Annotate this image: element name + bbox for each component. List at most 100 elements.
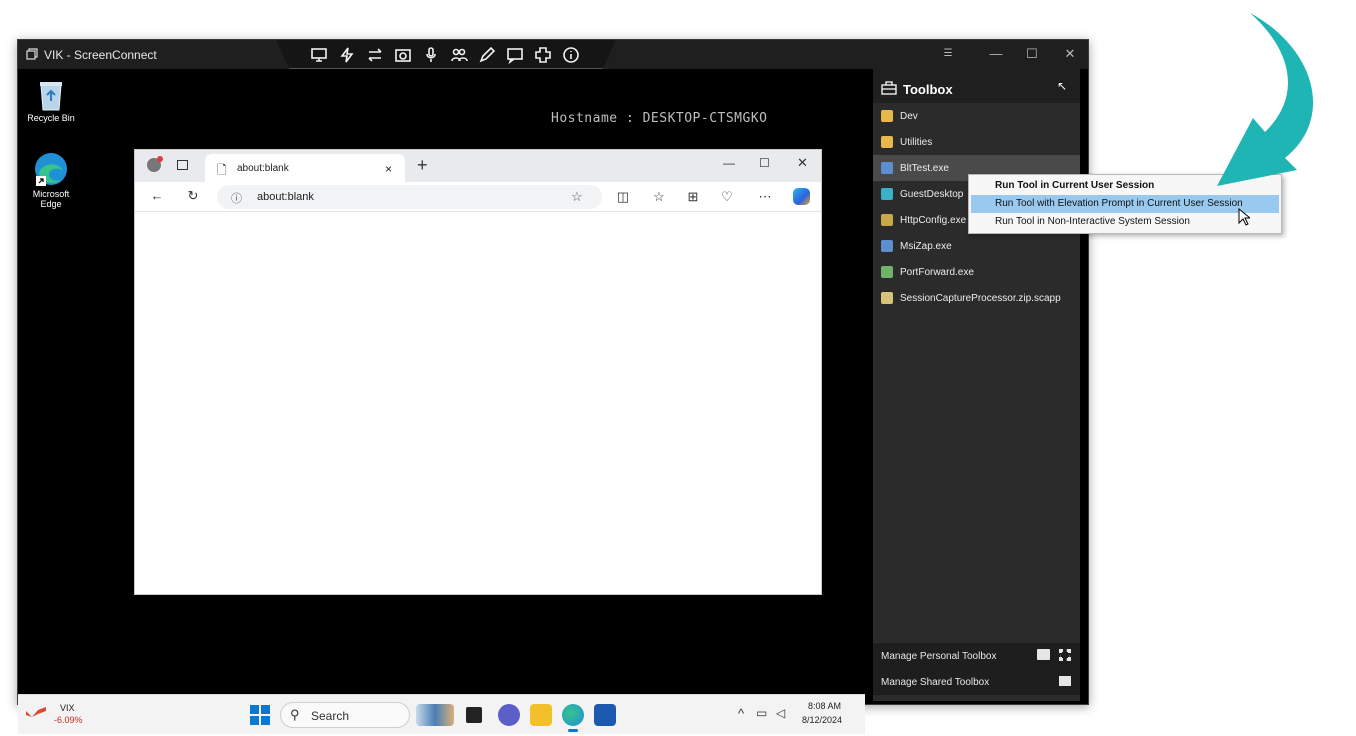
- title-bar: VIK - ScreenConnect ☰ — ☐ ✕: [18, 40, 1088, 69]
- menu-icon[interactable]: ☰: [940, 46, 956, 62]
- copilot-icon[interactable]: [793, 188, 810, 205]
- favorite-star-icon[interactable]: ☆: [571, 189, 583, 205]
- store-icon[interactable]: [594, 704, 616, 726]
- app-icon: [881, 162, 893, 174]
- puzzle-icon[interactable]: [534, 46, 552, 64]
- start-icon[interactable]: [250, 705, 270, 725]
- monitor-icon[interactable]: [310, 46, 328, 64]
- remote-desktop[interactable]: Recycle Bin Microsoft Edge Hostname : DE…: [18, 69, 865, 734]
- refresh-icon[interactable]: ↻: [185, 188, 201, 204]
- widgets-icon[interactable]: [416, 704, 454, 726]
- toolbox-item-label: Dev: [900, 111, 918, 122]
- window-restore-icon: [26, 48, 38, 60]
- new-tab-button[interactable]: +: [417, 155, 428, 176]
- active-app-indicator: [568, 729, 578, 732]
- toolbox-item-portforward[interactable]: PortForward.exe: [873, 259, 1080, 285]
- edge-icon: [35, 153, 67, 186]
- chat-icon[interactable]: [506, 46, 524, 65]
- package-icon: [881, 292, 893, 304]
- session-toolbar: [276, 40, 616, 69]
- collections-icon[interactable]: ⊞: [685, 189, 701, 205]
- edge-shortcut[interactable]: Microsoft Edge: [19, 151, 83, 209]
- minimize-button[interactable]: —: [988, 46, 1004, 62]
- site-info-icon[interactable]: ⓘ: [231, 190, 242, 206]
- more-options-icon[interactable]: ⋯: [757, 189, 773, 205]
- app-icon: [881, 266, 893, 278]
- microphone-icon[interactable]: [422, 46, 440, 64]
- clock-time[interactable]: 8:08 AM: [808, 701, 841, 711]
- search-placeholder: Search: [311, 709, 350, 723]
- maximize-button[interactable]: ☐: [1024, 46, 1040, 62]
- open-folder-icon[interactable]: [1037, 649, 1050, 660]
- url-input[interactable]: ⓘ about:blank ☆: [217, 185, 602, 209]
- back-icon[interactable]: ←: [149, 188, 165, 204]
- edge-browser-window: 🗋 about:blank × + — ☐ ✕ ← ↻ ⓘ about:blan…: [134, 149, 822, 595]
- notification-dot: [157, 156, 163, 162]
- manage-personal-toolbox[interactable]: Manage Personal Toolbox: [873, 643, 1080, 669]
- taskbar: VIX -6.09% ⚲ Search ^ ▭ ◁ 8:08 AM 8/12/2…: [18, 694, 865, 734]
- browser-minimize-button[interactable]: —: [723, 156, 735, 170]
- favorites-icon[interactable]: ☆: [651, 189, 667, 205]
- toolbox-item-msizap[interactable]: MsiZap.exe: [873, 233, 1080, 259]
- browser-close-button[interactable]: ✕: [797, 155, 808, 171]
- stock-trend-icon: [26, 707, 46, 717]
- recycle-bin-label: Recycle Bin: [27, 113, 75, 123]
- toolbox-header: Toolbox ↖: [873, 69, 1080, 103]
- edge-taskbar-icon[interactable]: [562, 704, 584, 726]
- volume-icon[interactable]: ◁: [776, 706, 785, 720]
- toolbox-item-sessioncapture[interactable]: SessionCaptureProcessor.zip.scapp: [873, 285, 1080, 311]
- stock-change: -6.09%: [54, 715, 83, 725]
- browser-essentials-icon[interactable]: ♡: [719, 189, 735, 205]
- menu-item-run-elevated[interactable]: Run Tool with Elevation Prompt in Curren…: [971, 195, 1279, 213]
- toolbox-item-dev[interactable]: Dev: [873, 103, 1080, 129]
- recycle-bin-icon: [40, 82, 62, 111]
- taskbar-search[interactable]: ⚲ Search: [280, 702, 410, 728]
- transfer-icon[interactable]: [366, 46, 384, 64]
- shared-toolbox-icon[interactable]: [1059, 676, 1071, 686]
- manage-personal-label: Manage Personal Toolbox: [881, 651, 997, 662]
- browser-maximize-button[interactable]: ☐: [759, 156, 770, 170]
- toolbox-icon: [881, 81, 897, 95]
- network-icon[interactable]: ▭: [756, 706, 767, 720]
- toolbox-item-label: PortForward.exe: [900, 267, 974, 278]
- toolbox-item-label: BltTest.exe: [900, 163, 949, 174]
- app-icon: [881, 188, 893, 200]
- users-icon[interactable]: [450, 46, 468, 64]
- info-icon[interactable]: [562, 46, 580, 64]
- toolbox-item-label: GuestDesktop: [900, 189, 964, 200]
- recycle-bin-shortcut[interactable]: Recycle Bin: [19, 79, 83, 123]
- toolbox-panel: Toolbox ↖ Dev Utilities BltTest.exe Gues…: [873, 69, 1080, 701]
- camera-icon[interactable]: [394, 46, 412, 64]
- clock-date[interactable]: 8/12/2024: [802, 715, 842, 725]
- tab-close-icon[interactable]: ×: [385, 162, 392, 176]
- mouse-cursor-icon: [1238, 208, 1250, 226]
- close-button[interactable]: ✕: [1062, 46, 1078, 62]
- window-title: VIK - ScreenConnect: [44, 48, 157, 62]
- manage-shared-toolbox[interactable]: Manage Shared Toolbox: [873, 669, 1080, 695]
- hostname-text: Hostname : DESKTOP-CTSMGKO: [551, 111, 768, 126]
- toolbox-item-utilities[interactable]: Utilities: [873, 129, 1080, 155]
- file-explorer-icon[interactable]: [530, 704, 552, 726]
- teams-chat-icon[interactable]: [498, 704, 520, 726]
- lightning-icon[interactable]: [338, 46, 356, 64]
- menu-item-run-system-session[interactable]: Run Tool in Non-Interactive System Sessi…: [971, 213, 1279, 231]
- folder-icon: [881, 110, 893, 122]
- toolbox-item-label: Utilities: [900, 137, 933, 148]
- browser-tab-strip: 🗋 about:blank × + — ☐ ✕: [135, 150, 821, 182]
- pencil-icon[interactable]: [478, 46, 496, 64]
- grid-icon[interactable]: [1059, 649, 1071, 661]
- popout-arrow-icon[interactable]: ↖: [1057, 79, 1067, 93]
- app-icon: [881, 240, 893, 252]
- browser-tab[interactable]: 🗋 about:blank ×: [205, 154, 405, 182]
- annotation-arrow-icon: [1217, 13, 1314, 186]
- app-icon: [881, 214, 893, 226]
- tab-actions-icon[interactable]: [177, 160, 188, 170]
- task-view-icon[interactable]: [466, 707, 482, 723]
- folder-icon: [881, 136, 893, 148]
- url-text: about:blank: [257, 191, 314, 203]
- search-icon: ⚲: [290, 707, 300, 722]
- split-screen-icon[interactable]: ◫: [615, 189, 631, 205]
- chevron-up-icon[interactable]: ^: [738, 706, 744, 721]
- blank-page-content: [135, 212, 821, 594]
- tab-title: about:blank: [237, 163, 289, 174]
